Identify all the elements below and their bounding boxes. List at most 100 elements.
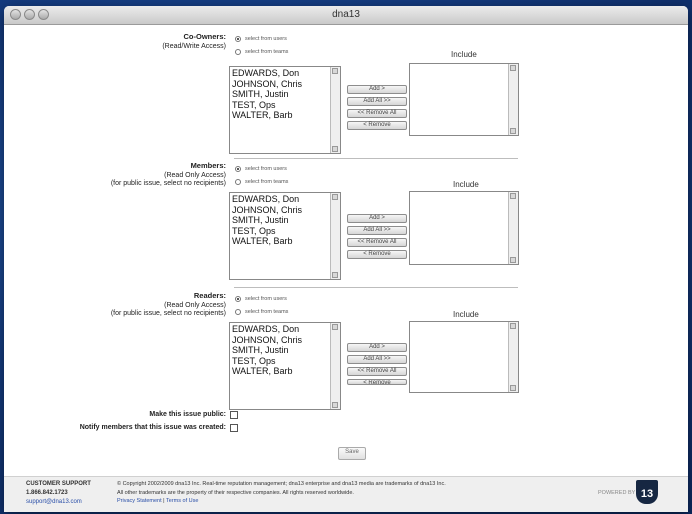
scroll-up-arrow-icon[interactable]	[332, 324, 338, 330]
scrollbar[interactable]	[330, 323, 340, 409]
co-owners-sublabel: (Read/Write Access)	[162, 42, 226, 50]
support-email-link[interactable]: support@dna13.com	[26, 499, 82, 505]
members-remove-all-button[interactable]: << Remove All	[347, 238, 407, 247]
footer-links: Privacy Statement | Terms of Use	[117, 498, 198, 504]
terms-of-use-link[interactable]: Terms of Use	[166, 498, 198, 504]
readers-remove-button[interactable]: < Remove	[347, 379, 407, 385]
list-item[interactable]: JOHNSON, Chris	[232, 205, 302, 216]
scrollbar[interactable]	[508, 322, 518, 392]
members-radio-teams[interactable]	[235, 179, 241, 185]
members-radio-users[interactable]	[235, 166, 241, 172]
list-item[interactable]: TEST, Ops	[232, 226, 302, 237]
co-owners-include-list[interactable]	[409, 63, 519, 136]
privacy-statement-link[interactable]: Privacy Statement	[117, 498, 162, 504]
readers-sublabel: (Read Only Access)	[164, 301, 226, 309]
co-owners-add-all-button[interactable]: Add All >>	[347, 97, 407, 106]
list-item[interactable]: TEST, Ops	[232, 100, 302, 111]
co-owners-remove-button[interactable]: < Remove	[347, 121, 407, 130]
scroll-down-arrow-icon[interactable]	[510, 128, 516, 134]
readers-include-label: Include	[453, 310, 479, 319]
readers-add-button[interactable]: Add >	[347, 343, 407, 352]
scroll-up-arrow-icon[interactable]	[510, 65, 516, 71]
members-label: Members:	[190, 161, 226, 170]
list-item[interactable]: WALTER, Barb	[232, 236, 302, 247]
members-radio-teams-label: select from teams	[245, 179, 289, 185]
dna13-logo-icon: 13	[636, 480, 658, 504]
members-radio-users-label: select from users	[245, 166, 287, 172]
list-item[interactable]: EDWARDS, Don	[232, 194, 302, 205]
list-item[interactable]: TEST, Ops	[232, 356, 302, 367]
scroll-down-arrow-icon[interactable]	[332, 272, 338, 278]
scroll-down-arrow-icon[interactable]	[332, 146, 338, 152]
footer-separator: |	[163, 498, 165, 504]
co-owners-radio-users[interactable]	[235, 36, 241, 42]
list-item[interactable]: JOHNSON, Chris	[232, 335, 302, 346]
list-item[interactable]: EDWARDS, Don	[232, 68, 302, 79]
scrollbar[interactable]	[330, 193, 340, 279]
page-footer: CUSTOMER SUPPORT 1.866.842.1723 support@…	[4, 476, 688, 512]
members-include-list[interactable]	[409, 191, 519, 265]
customer-support-title: CUSTOMER SUPPORT	[26, 481, 91, 487]
browser-window: dna13 Co-Owners: (Read/Write Access) sel…	[4, 6, 688, 512]
scroll-down-arrow-icon[interactable]	[332, 402, 338, 408]
scrollbar[interactable]	[508, 192, 518, 264]
members-add-button[interactable]: Add >	[347, 214, 407, 223]
window-title: dna13	[332, 9, 360, 20]
make-public-checkbox[interactable]	[230, 411, 238, 419]
page-content: Co-Owners: (Read/Write Access) select fr…	[4, 25, 688, 512]
co-owners-radio-users-label: select from users	[245, 36, 287, 42]
readers-radio-teams[interactable]	[235, 309, 241, 315]
readers-label-block: Readers: (Read Only Access) (for public …	[64, 291, 226, 319]
co-owners-available-list[interactable]: EDWARDS, Don JOHNSON, Chris SMITH, Justi…	[229, 66, 341, 154]
co-owners-radio-teams-label: select from teams	[245, 49, 289, 55]
co-owners-label: Co-Owners:	[183, 32, 226, 41]
readers-add-all-button[interactable]: Add All >>	[347, 355, 407, 364]
co-owners-remove-all-button[interactable]: << Remove All	[347, 109, 407, 118]
support-phone: 1.866.842.1723	[26, 490, 68, 496]
readers-radio-users-label: select from users	[245, 296, 287, 302]
readers-sublabel-public: (for public issue, select no recipients)	[110, 310, 226, 317]
readers-remove-all-button[interactable]: << Remove All	[347, 367, 407, 376]
co-owners-include-label: Include	[451, 50, 477, 59]
readers-radio-users[interactable]	[235, 296, 241, 302]
readers-include-list[interactable]	[409, 321, 519, 393]
co-owners-add-button[interactable]: Add >	[347, 85, 407, 94]
readers-available-list[interactable]: EDWARDS, Don JOHNSON, Chris SMITH, Justi…	[229, 322, 341, 410]
notify-members-label: Notify members that this issue was creat…	[79, 424, 226, 431]
members-sublabel-public: (for public issue, select no recipients)	[110, 180, 226, 187]
powered-by-label: POWERED BY	[598, 490, 636, 496]
members-remove-button[interactable]: < Remove	[347, 250, 407, 259]
list-item[interactable]: JOHNSON, Chris	[232, 79, 302, 90]
section-divider	[234, 287, 518, 288]
copyright-text: © Copyright 2002/2009 dna13 Inc. Real-ti…	[117, 481, 446, 487]
members-available-list[interactable]: EDWARDS, Don JOHNSON, Chris SMITH, Justi…	[229, 192, 341, 280]
section-divider	[234, 158, 518, 159]
scroll-up-arrow-icon[interactable]	[510, 193, 516, 199]
readers-radio-teams-label: select from teams	[245, 309, 289, 315]
scroll-up-arrow-icon[interactable]	[332, 194, 338, 200]
readers-label: Readers:	[193, 291, 226, 300]
scroll-down-arrow-icon[interactable]	[510, 257, 516, 263]
list-item[interactable]: WALTER, Barb	[232, 110, 302, 121]
title-bar: dna13	[4, 6, 688, 25]
list-item[interactable]: EDWARDS, Don	[232, 324, 302, 335]
members-include-label: Include	[453, 180, 479, 189]
scroll-up-arrow-icon[interactable]	[332, 68, 338, 74]
save-button[interactable]: Save	[338, 447, 366, 460]
co-owners-radio-teams[interactable]	[235, 49, 241, 55]
make-public-label: Make this issue public:	[149, 411, 226, 418]
scrollbar[interactable]	[508, 64, 518, 135]
list-item[interactable]: SMITH, Justin	[232, 215, 302, 226]
list-item[interactable]: SMITH, Justin	[232, 89, 302, 100]
members-add-all-button[interactable]: Add All >>	[347, 226, 407, 235]
list-item[interactable]: WALTER, Barb	[232, 366, 302, 377]
list-item[interactable]: SMITH, Justin	[232, 345, 302, 356]
trademark-text: All other trademarks are the property of…	[117, 490, 354, 496]
scrollbar[interactable]	[330, 67, 340, 153]
co-owners-label-block: Co-Owners: (Read/Write Access)	[84, 32, 226, 51]
members-sublabel: (Read Only Access)	[164, 171, 226, 179]
members-label-block: Members: (Read Only Access) (for public …	[64, 161, 226, 189]
notify-members-checkbox[interactable]	[230, 424, 238, 432]
scroll-down-arrow-icon[interactable]	[510, 385, 516, 391]
scroll-up-arrow-icon[interactable]	[510, 323, 516, 329]
